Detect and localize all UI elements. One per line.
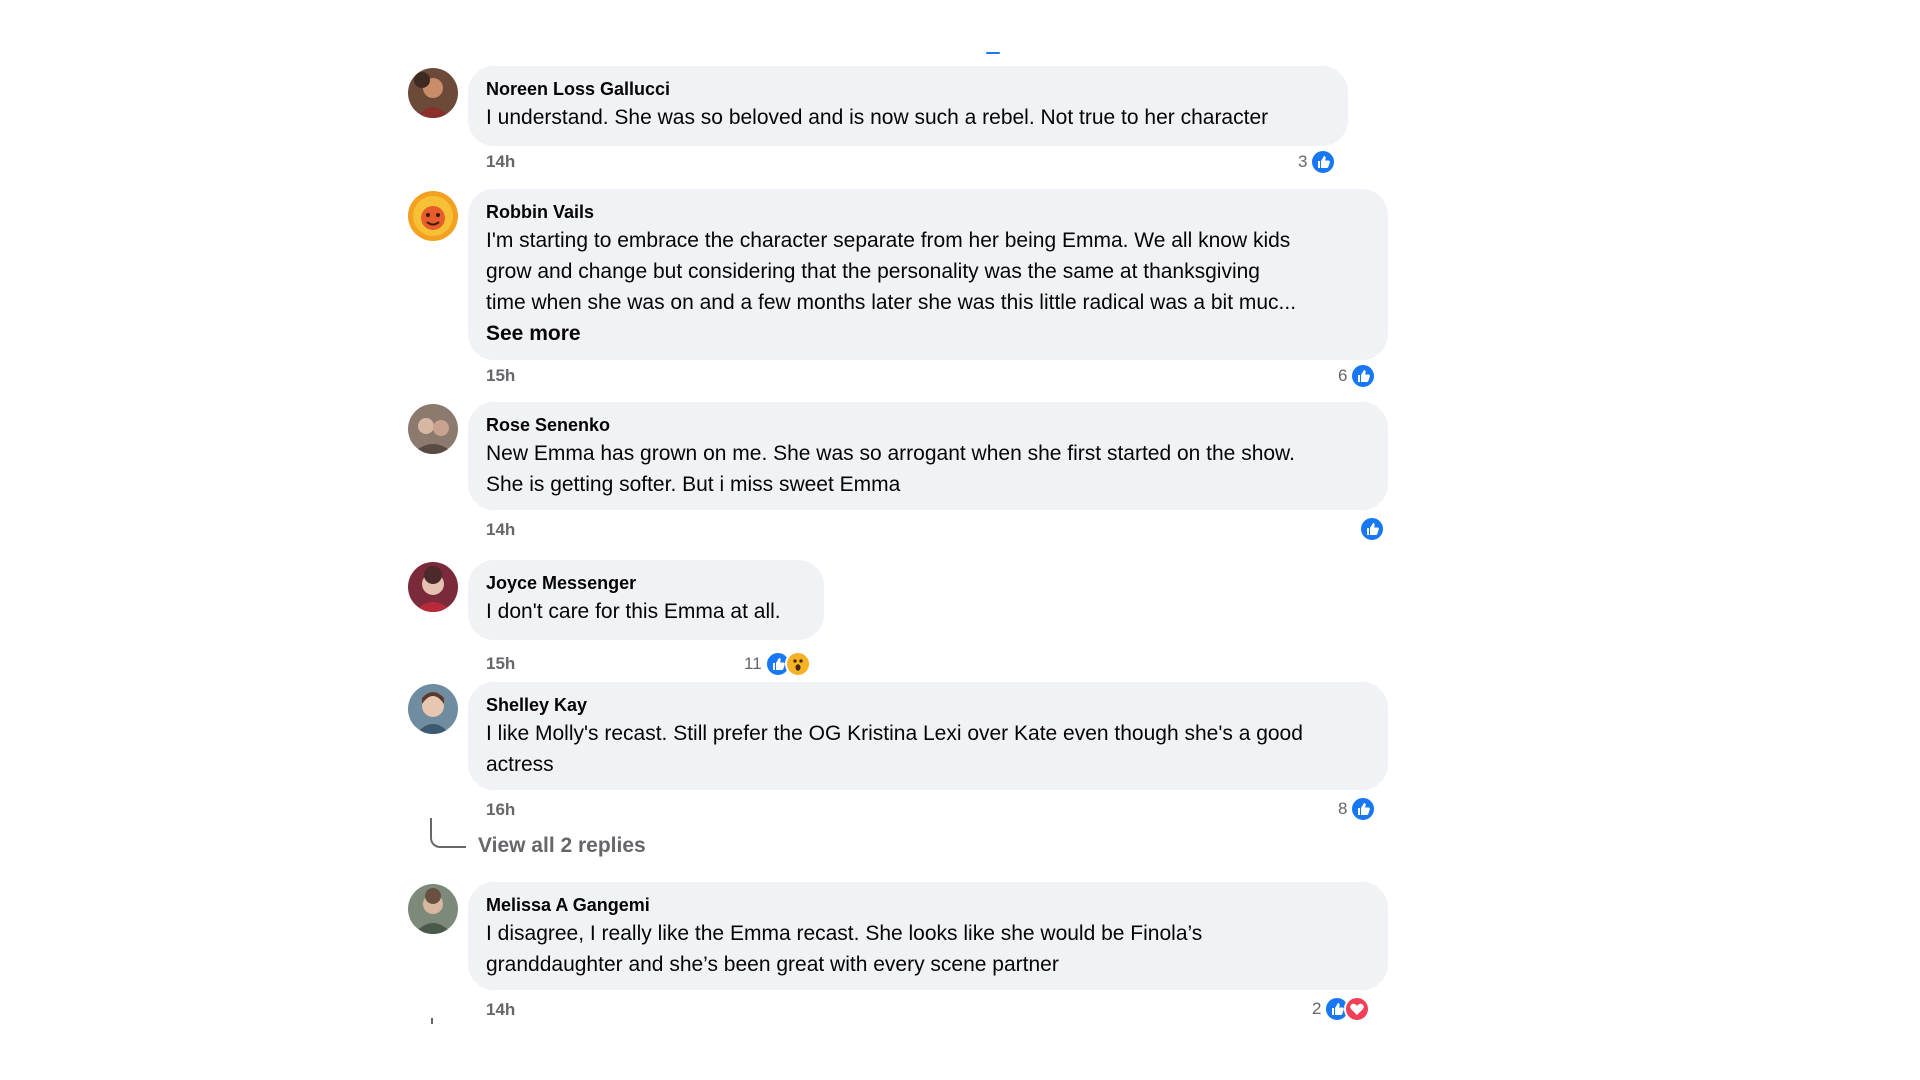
- comment-author[interactable]: Robbin Vails: [486, 201, 1370, 223]
- comment-text-line: I'm starting to embrace the character se…: [486, 229, 1291, 252]
- comment-text-line: granddaughter and she’s been great with …: [486, 953, 1059, 976]
- comment-text-line: New Emma has grown on me. She was so arr…: [486, 442, 1295, 465]
- reply-connector-line: [430, 818, 466, 848]
- avatar[interactable]: [408, 562, 458, 612]
- comment-author[interactable]: Melissa A Gangemi: [486, 894, 1370, 916]
- avatar[interactable]: [408, 404, 458, 454]
- comment-bubble: Shelley Kay I like Molly's recast. Still…: [468, 682, 1388, 790]
- avatar[interactable]: [408, 684, 458, 734]
- like-icon: [1350, 363, 1377, 389]
- comment-text-line: actress: [486, 753, 554, 776]
- comment-bubble: Melissa A Gangemi I disagree, I really l…: [468, 882, 1388, 990]
- reaction-summary[interactable]: 3: [1298, 149, 1337, 175]
- comment-text-line: time when she was on and a few months la…: [486, 291, 1297, 314]
- like-icon: [1359, 516, 1385, 542]
- reaction-count: 6: [1338, 366, 1348, 385]
- comment-text-line: I disagree, I really like the Emma recas…: [486, 922, 1203, 945]
- reaction-summary[interactable]: 6: [1338, 363, 1377, 389]
- wow-icon: [784, 651, 811, 677]
- comment-bubble: Joyce Messenger I don't care for this Em…: [468, 560, 824, 640]
- comment-text-line: grow and change but considering that the…: [486, 260, 1260, 283]
- comment-time[interactable]: 14h: [486, 1000, 515, 1020]
- reaction-count: 11: [744, 654, 762, 673]
- thread-line-fragment: [431, 1018, 433, 1024]
- comment-bubble: Robbin Vails I'm starting to embrace the…: [468, 189, 1388, 360]
- comment-time[interactable]: 14h: [486, 152, 515, 172]
- comments-thread: Noreen Loss Gallucci I understand. She w…: [0, 0, 1920, 1080]
- reaction-summary[interactable]: [1356, 516, 1385, 542]
- reaction-summary[interactable]: 11: [744, 651, 811, 677]
- comment-text-line: I like Molly's recast. Still prefer the …: [486, 722, 1303, 745]
- comment-author[interactable]: Shelley Kay: [486, 694, 1370, 716]
- avatar[interactable]: [408, 191, 458, 241]
- comment-author[interactable]: Joyce Messenger: [486, 572, 806, 594]
- scroll-indicator: [986, 52, 1000, 54]
- reaction-summary[interactable]: 8: [1338, 796, 1377, 822]
- comment-time[interactable]: 15h: [486, 366, 515, 386]
- like-icon: [1350, 796, 1377, 822]
- like-icon: [1310, 149, 1337, 175]
- reaction-summary[interactable]: 2: [1312, 996, 1371, 1022]
- comment-text: I understand. She was so beloved and is …: [486, 106, 1269, 129]
- comment-bubble: Rose Senenko New Emma has grown on me. S…: [468, 402, 1388, 510]
- love-icon: [1344, 996, 1371, 1022]
- comment-author[interactable]: Rose Senenko: [486, 414, 1370, 436]
- view-replies-link[interactable]: View all 2 replies: [478, 834, 646, 858]
- reaction-count: 8: [1338, 799, 1348, 818]
- comment-text: I don't care for this Emma at all.: [486, 600, 781, 623]
- see-more-link[interactable]: See more: [486, 318, 1370, 349]
- reaction-count: 3: [1298, 152, 1308, 171]
- comment-author[interactable]: Noreen Loss Gallucci: [486, 78, 1330, 100]
- comment-text-line: She is getting softer. But i miss sweet …: [486, 473, 901, 496]
- comment-bubble: Noreen Loss Gallucci I understand. She w…: [468, 66, 1348, 146]
- avatar[interactable]: [408, 884, 458, 934]
- comment-time[interactable]: 16h: [486, 800, 515, 820]
- comment-time[interactable]: 15h: [486, 654, 515, 674]
- avatar[interactable]: [408, 68, 458, 118]
- reaction-count: 2: [1312, 999, 1322, 1018]
- comment-time[interactable]: 14h: [486, 520, 515, 540]
